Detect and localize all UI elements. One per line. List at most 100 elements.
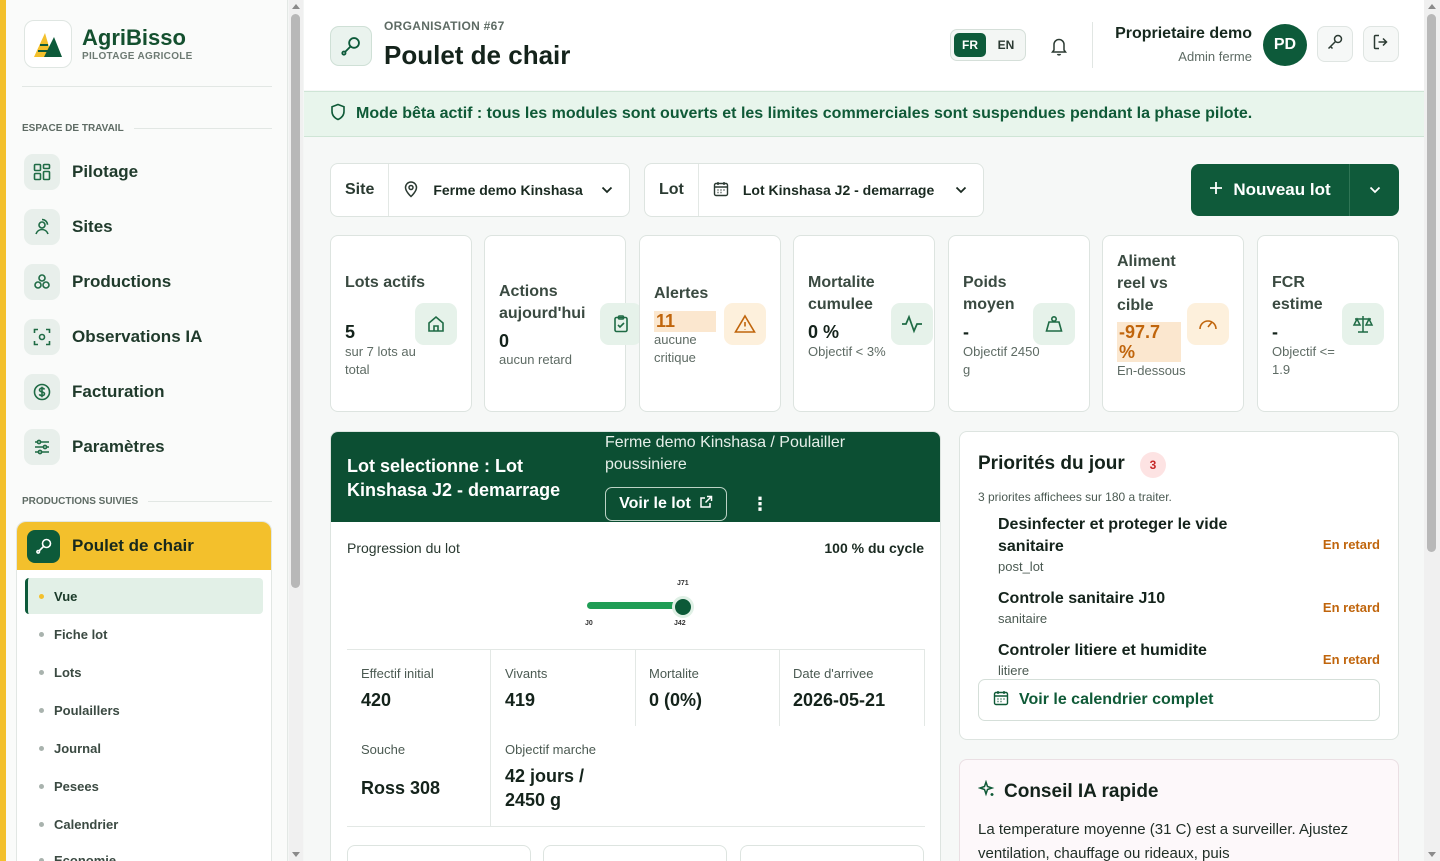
priority-category: sanitaire — [998, 611, 1048, 626]
chicken-leg-icon — [330, 26, 372, 66]
scroll-up-arrow-icon[interactable] — [1428, 4, 1436, 9]
priority-title: Desinfecter et proteger le vide sanitair… — [998, 516, 1228, 555]
stat-label: Effectif initial — [361, 666, 434, 681]
lang-fr-button[interactable]: FR — [954, 33, 986, 57]
kpi-value: - — [963, 322, 969, 342]
kpi-title: Actions aujourd'hui — [499, 283, 586, 322]
scroll-down-arrow-icon[interactable] — [292, 852, 300, 857]
tick-current: J42 — [674, 620, 686, 627]
kpi-card-actions[interactable]: Actions aujourd'hui 0 aucun retard — [484, 235, 642, 412]
kpi-card-mortalite[interactable]: Mortalite cumulee 0 % Objectif < 3% — [793, 235, 935, 412]
sidebar-scrollbar[interactable] — [289, 0, 303, 861]
subnav-fiche-lot[interactable]: Fiche lot — [25, 616, 263, 652]
bullet-dot — [39, 745, 44, 751]
new-lot-label: Nouveau lot — [1233, 180, 1331, 199]
main-scrollbar[interactable] — [1424, 0, 1440, 861]
kpi-title: Lots actifs — [345, 274, 426, 291]
priority-category: litiere — [998, 663, 1030, 678]
kpi-card-alertes[interactable]: Alertes 11 aucune critique — [639, 235, 781, 412]
kpi-title: Mortalite cumulee — [808, 274, 875, 313]
subnav-calendrier[interactable]: Calendrier — [25, 806, 263, 842]
kpi-title: Aliment reel vs cible — [1117, 253, 1176, 314]
logout-button[interactable] — [1363, 26, 1399, 62]
stat-label: Mortalite — [649, 666, 699, 681]
location-user-icon — [24, 209, 60, 245]
site-selector[interactable]: Site Ferme demo Kinshasa — [330, 163, 630, 217]
kpi-card-fcr[interactable]: FCR estime - Objectif <= 1.9 — [1257, 235, 1399, 412]
sidebar-item-pilotage[interactable]: Pilotage — [24, 149, 274, 195]
scrollbar-thumb[interactable] — [1427, 14, 1436, 552]
clipboard-check-icon — [600, 303, 642, 345]
sidebar-item-observations-ia[interactable]: Observations IA — [24, 314, 274, 360]
subnav-poulaillers[interactable]: Poulaillers — [25, 692, 263, 728]
ai-tip-title: Conseil IA rapide — [1004, 781, 1159, 802]
kpi-card-poids[interactable]: Poids moyen - Objectif 2450 g — [948, 235, 1090, 412]
sidebar-item-facturation[interactable]: Facturation — [24, 369, 274, 415]
calendar-icon — [993, 690, 1009, 711]
topbar: ORGANISATION #67 Poulet de chair FR EN P… — [304, 0, 1424, 90]
divider — [635, 649, 636, 726]
brand-tagline: PILOTAGE AGRICOLE — [82, 50, 193, 62]
subnav-vue[interactable]: Vue — [25, 578, 263, 614]
main-content: ORGANISATION #67 Poulet de chair FR EN P… — [304, 0, 1424, 861]
bell-icon[interactable] — [1046, 33, 1072, 59]
avatar[interactable]: PD — [1263, 24, 1307, 66]
new-lot-button-group: Nouveau lot — [1191, 164, 1399, 216]
progress-label: Progression du lot — [347, 540, 460, 556]
sidebar-item-parametres[interactable]: Paramètres — [24, 424, 274, 470]
divider — [347, 826, 925, 827]
sidebar-item-sites[interactable]: Sites — [24, 204, 274, 250]
subnav-economie[interactable]: Economie — [25, 842, 263, 861]
subnav-pesees[interactable]: Pesees — [25, 768, 263, 804]
stat-label: Vivants — [505, 666, 548, 681]
brand[interactable]: AgriBisso PILOTAGE AGRICOLE — [24, 20, 193, 68]
ai-tip-panel: Conseil IA rapide La temperature moyenne… — [959, 759, 1399, 861]
lot-selector[interactable]: Lot Lot Kinshasa J2 - demarrage — [644, 163, 984, 217]
priority-title: Controler litiere et humidite — [998, 642, 1207, 659]
chevron-down-icon — [601, 181, 613, 199]
beta-notice: Mode bêta actif : tous les modules sont … — [304, 91, 1424, 137]
kpi-title: FCR estime — [1272, 274, 1323, 313]
dollar-icon — [24, 374, 60, 410]
subnav-label: Economie — [54, 852, 117, 861]
progress-value: 100 % du cycle — [824, 540, 924, 556]
followed-section-label: PRODUCTIONS SUIVIES — [22, 496, 272, 507]
subnav-label: Journal — [54, 740, 101, 756]
scrollbar-thumb[interactable] — [291, 14, 300, 588]
kpi-value: 11 — [654, 311, 716, 332]
scroll-up-arrow-icon[interactable] — [292, 4, 300, 9]
divider — [1092, 22, 1093, 68]
stat-value: 0 (0%) — [649, 690, 703, 710]
progress-knob — [672, 596, 694, 618]
production-poulet-de-chair[interactable]: Poulet de chair — [17, 522, 271, 570]
priorities-subtitle: 3 priorites affichees sur 180 a traiter. — [978, 490, 1172, 504]
key-icon — [1326, 33, 1344, 56]
key-button[interactable] — [1317, 26, 1353, 62]
scroll-down-arrow-icon[interactable] — [1428, 852, 1436, 857]
full-calendar-button[interactable]: Voir le calendrier complet — [978, 679, 1380, 721]
language-switch: FR EN — [950, 29, 1026, 61]
bullet-dot — [39, 783, 44, 789]
divider — [779, 649, 780, 726]
subnav-journal[interactable]: Journal — [25, 730, 263, 766]
stat-label: Objectif marche — [505, 742, 597, 757]
priorities-count-badge: 3 — [1140, 452, 1166, 478]
subnav-lots[interactable]: Lots — [25, 654, 263, 690]
lot-panel-header: Lot selectionne : Lot Kinshasa J2 - dema… — [331, 432, 940, 522]
divider — [22, 86, 272, 87]
kpi-card-lots-actifs[interactable]: Lots actifs 5 sur 7 lots au total — [330, 235, 472, 412]
kpi-value: 5 — [345, 322, 356, 342]
kpi-card-aliment[interactable]: Aliment reel vs cible -97.7 % En-dessous — [1102, 235, 1244, 412]
new-lot-dropdown-button[interactable] — [1349, 164, 1399, 216]
workspace-section-label: ESPACE DE TRAVAIL — [22, 123, 272, 134]
new-lot-button[interactable]: Nouveau lot — [1191, 164, 1349, 216]
stat-value: 42 jours / 2450 g — [505, 766, 585, 810]
sidebar-item-productions[interactable]: Productions — [24, 259, 274, 305]
view-lot-button[interactable]: Voir le lot — [605, 487, 727, 521]
bullet-dot — [39, 707, 44, 713]
lang-en-button[interactable]: EN — [990, 33, 1022, 57]
more-options-icon[interactable]: ⋮ — [751, 494, 769, 515]
site-value: Ferme demo Kinshasa — [433, 182, 583, 198]
stat-value: 420 — [361, 690, 392, 710]
priorities-title: Priorités du jour — [978, 453, 1125, 474]
